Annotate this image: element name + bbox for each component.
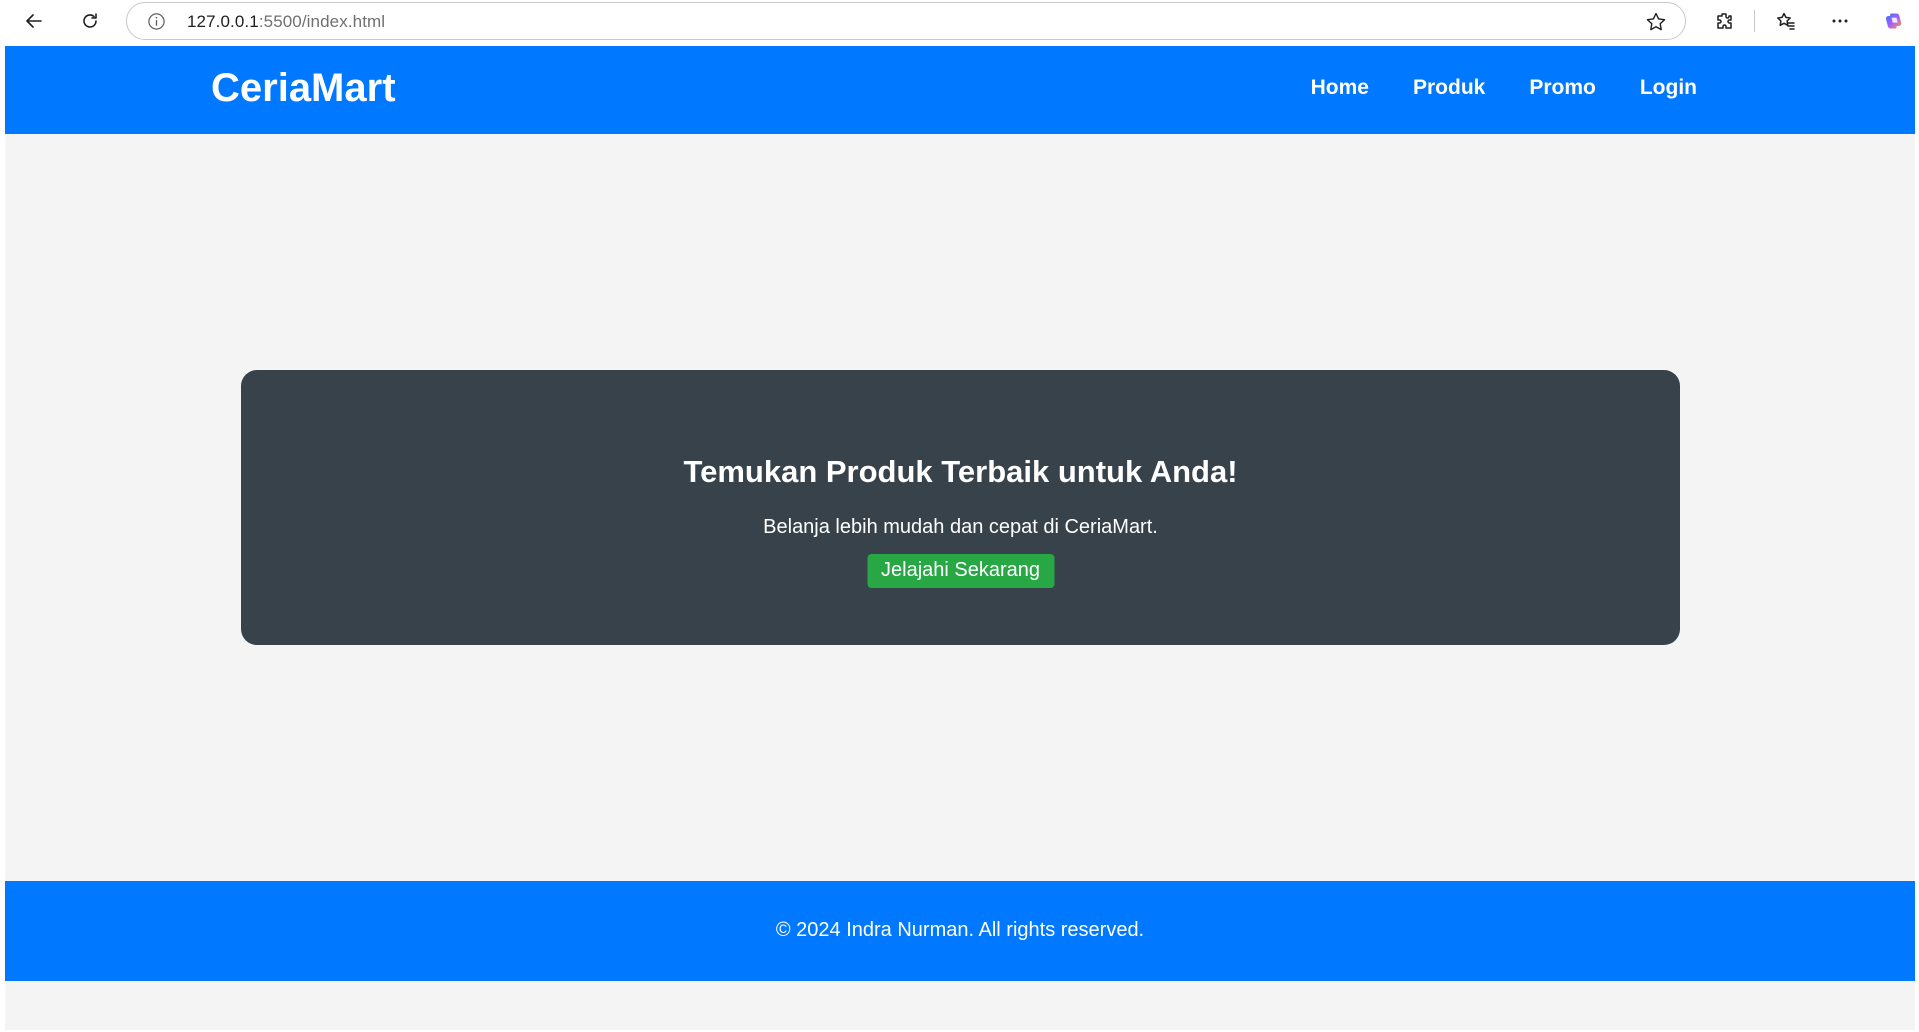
nav-login-link[interactable]: Login [1640, 76, 1697, 100]
explore-now-button[interactable]: Jelajahi Sekarang [867, 554, 1054, 588]
toolbar-divider [1754, 10, 1755, 32]
extensions-icon[interactable] [1708, 6, 1740, 36]
favorites-icon[interactable] [1770, 6, 1802, 36]
url-path: :5500/index.html [258, 12, 386, 31]
star-icon[interactable] [1645, 11, 1667, 33]
hero-banner: Temukan Produk Terbaik untuk Anda! Belan… [241, 370, 1680, 645]
nav-home-link[interactable]: Home [1311, 76, 1369, 100]
back-arrow-icon[interactable] [18, 6, 50, 36]
address-bar[interactable]: 127.0.0.1:5500/index.html [126, 2, 1686, 40]
url-text: 127.0.0.1:5500/index.html [187, 12, 385, 32]
footer-copyright: © 2024 Indra Nurman. All rights reserved… [775, 919, 1145, 941]
hero-subtitle: Belanja lebih mudah dan cepat di CeriaMa… [763, 516, 1158, 538]
site-footer: © 2024 Indra Nurman. All rights reserved… [5, 881, 1915, 981]
main-nav: Home Produk Promo Login [1311, 76, 1697, 100]
site-logo[interactable]: CeriaMart [211, 66, 396, 111]
url-host: 127.0.0.1 [187, 12, 259, 31]
page-viewport: CeriaMart Home Produk Promo Login Temuka… [5, 46, 1915, 1030]
nav-promo-link[interactable]: Promo [1529, 76, 1596, 100]
copilot-icon[interactable] [1878, 6, 1910, 36]
site-header: CeriaMart Home Produk Promo Login [5, 46, 1915, 134]
site-info-icon[interactable] [147, 12, 166, 31]
nav-produk-link[interactable]: Produk [1413, 76, 1485, 100]
refresh-icon[interactable] [74, 6, 106, 36]
hero-title: Temukan Produk Terbaik untuk Anda! [683, 454, 1238, 489]
browser-toolbar: 127.0.0.1:5500/index.html [0, 0, 1919, 44]
more-icon[interactable] [1824, 6, 1856, 36]
